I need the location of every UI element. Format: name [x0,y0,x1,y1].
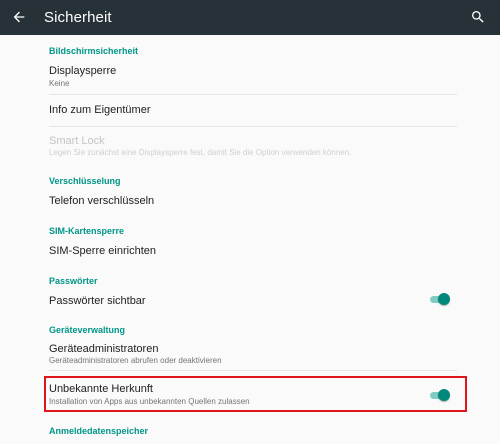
setting-title: Passwörter sichtbar [49,295,146,307]
arrow-left-icon[interactable] [11,9,27,25]
setting-summary: Keine [49,79,70,88]
search-icon[interactable] [470,9,486,25]
setting-encrypt-phone[interactable]: Telefon verschlüsseln [0,190,500,214]
divider [49,370,457,371]
setting-summary: Geräteadministratoren abrufen oder deakt… [49,356,222,365]
setting-show-passwords[interactable]: Passwörter sichtbar [0,290,500,314]
section-header-screen-security: Bildschirmsicherheit [49,46,139,56]
setting-title: Smart Lock [49,135,105,147]
setting-device-admins[interactable]: Geräteadministratoren Geräteadministrato… [0,339,500,369]
setting-title: Geräteadministratoren [49,343,159,355]
setting-smart-lock: Smart Lock Legen Sie zunächst eine Displ… [0,128,500,162]
setting-owner-info[interactable]: Info zum Eigentümer [0,96,500,124]
highlight-box [44,376,467,412]
section-header-passwords: Passwörter [49,276,98,286]
setting-summary: Legen Sie zunächst eine Displaysperre fe… [49,148,352,157]
setting-title: Displaysperre [49,65,117,77]
app-bar: Sicherheit [0,0,500,35]
section-header-sim-lock: SIM-Kartensperre [49,226,125,236]
setting-title: SIM-Sperre einrichten [49,245,156,257]
divider [49,126,457,127]
section-header-credential-storage: Anmeldedatenspeicher [49,426,149,436]
divider [49,94,457,95]
setting-title: Telefon verschlüsseln [49,195,155,207]
setting-sim-lock[interactable]: SIM-Sperre einrichten [0,240,500,264]
show-passwords-toggle[interactable] [430,292,450,306]
section-header-device-admin: Geräteverwaltung [49,325,126,335]
toggle-thumb [438,293,450,305]
setting-screen-lock[interactable]: Displaysperre Keine [0,60,500,92]
setting-title: Info zum Eigentümer [49,104,151,116]
page-title: Sicherheit [44,9,112,26]
section-header-encryption: Verschlüsselung [49,176,121,186]
